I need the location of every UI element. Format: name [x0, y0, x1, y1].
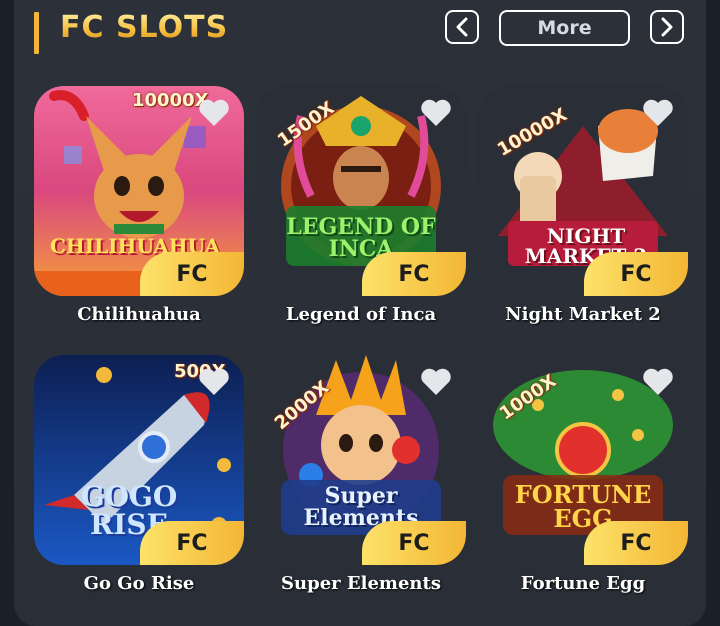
game-title[interactable]: Go Go Rise: [34, 573, 244, 594]
provider-badge: FC: [140, 252, 244, 296]
game-card-fortune-egg[interactable]: 1000X FORTUNE EGG FC Fortune Egg: [478, 355, 688, 594]
heart-icon[interactable]: [642, 98, 674, 128]
provider-badge: FC: [362, 521, 466, 565]
game-thumbnail[interactable]: 1500X LEGEND OF INCA FC: [256, 86, 466, 296]
heart-icon[interactable]: [198, 367, 230, 397]
game-thumbnail[interactable]: 1000X FORTUNE EGG FC: [478, 355, 688, 565]
prev-button[interactable]: [445, 10, 479, 44]
heart-icon[interactable]: [198, 98, 230, 128]
next-button[interactable]: [650, 10, 684, 44]
game-card-legend-of-inca[interactable]: 1500X LEGEND OF INCA FC Legend of Inca: [256, 86, 466, 325]
game-thumbnail[interactable]: 10000X NIGHT MARKET 2 FC: [478, 86, 688, 296]
game-title[interactable]: Super Elements: [256, 573, 466, 594]
chevron-right-icon: [661, 17, 673, 37]
provider-badge: FC: [362, 252, 466, 296]
heart-icon[interactable]: [642, 367, 674, 397]
game-card-super-elements[interactable]: 2000X Super Elements FC Super Elements: [256, 355, 466, 594]
game-title[interactable]: Chilihuahua: [34, 304, 244, 325]
more-button[interactable]: More: [499, 10, 630, 46]
game-card-chilihuahua[interactable]: 10000X CHILIHUAHUA FC Chilihuahua: [34, 86, 244, 325]
game-title[interactable]: Legend of Inca: [256, 304, 466, 325]
game-card-night-market-2[interactable]: 10000X NIGHT MARKET 2 FC Night Market 2: [478, 86, 688, 325]
game-thumbnail[interactable]: 500X GOGO RISE FC: [34, 355, 244, 565]
game-thumbnail[interactable]: 2000X Super Elements FC: [256, 355, 466, 565]
provider-badge: FC: [584, 521, 688, 565]
provider-badge: FC: [140, 521, 244, 565]
heart-icon[interactable]: [420, 367, 452, 397]
game-title[interactable]: Fortune Egg: [478, 573, 688, 594]
game-thumbnail[interactable]: 10000X CHILIHUAHUA FC: [34, 86, 244, 296]
section-header: FC SLOTS More: [0, 0, 720, 60]
game-card-go-go-rise[interactable]: 500X GOGO RISE FC Go Go Rise: [34, 355, 244, 594]
chevron-left-icon: [456, 17, 468, 37]
heart-icon[interactable]: [420, 98, 452, 128]
game-title[interactable]: Night Market 2: [478, 304, 688, 325]
provider-badge: FC: [584, 252, 688, 296]
section-title: FC SLOTS: [60, 10, 229, 45]
title-accent-bar: [34, 12, 39, 54]
